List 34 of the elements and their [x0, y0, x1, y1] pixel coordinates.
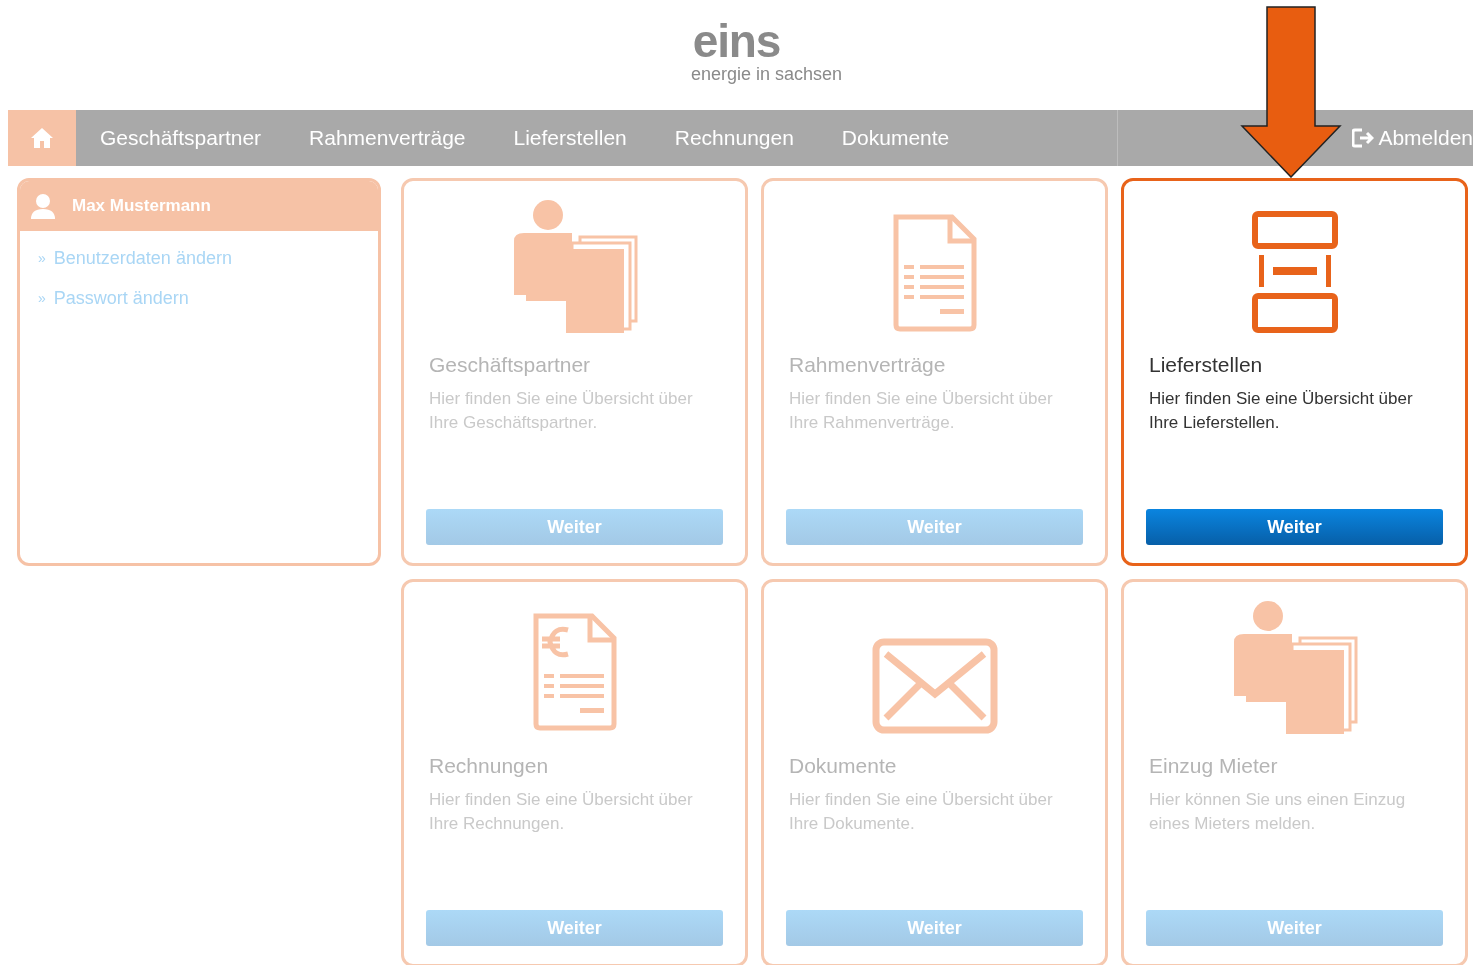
card-title: Geschäftspartner: [429, 352, 592, 378]
continue-button[interactable]: Weiter: [426, 509, 723, 545]
card-title: Rechnungen: [429, 753, 550, 779]
nav-link[interactable]: Geschäftspartner: [100, 122, 262, 154]
nav-link[interactable]: Rechnungen: [674, 122, 794, 154]
continue-button[interactable]: Weiter: [786, 910, 1083, 946]
meter-icon: [1251, 211, 1338, 333]
bullet-marker: »: [38, 289, 46, 308]
nav-link[interactable]: Rahmenverträge: [309, 122, 466, 154]
card-title: Einzug Mieter: [1149, 753, 1279, 779]
envelope-icon: [871, 638, 998, 734]
continue-button[interactable]: Weiter: [786, 509, 1083, 545]
person-with-papers-icon: [1231, 598, 1358, 734]
continue-button[interactable]: Weiter: [1146, 910, 1443, 946]
card-title: Dokumente: [789, 753, 898, 779]
user-link[interactable]: Passwort ändern: [53, 285, 189, 312]
person-with-papers-icon: [511, 197, 638, 333]
continue-button[interactable]: Weiter: [426, 910, 723, 946]
continue-button[interactable]: Weiter: [1146, 509, 1443, 545]
nav-link[interactable]: Dokumente: [841, 122, 950, 154]
card-title: Lieferstellen: [1149, 352, 1264, 378]
bullet-marker: »: [38, 249, 46, 268]
user-link[interactable]: Benutzerdaten ändern: [53, 245, 232, 272]
user-icon: [30, 193, 56, 219]
home-button[interactable]: [8, 110, 76, 166]
card-description: Hier finden Sie eine Übersicht über Ihre Lieferstellen.: [1149, 387, 1414, 434]
logo-tagline: energie in sachsen: [690, 64, 843, 84]
logout-link[interactable]: Abmelden: [1352, 122, 1473, 154]
logo: eins: [692, 18, 781, 64]
card-title: Rahmenverträge: [789, 352, 947, 378]
home-icon: [30, 127, 54, 149]
nav-link[interactable]: Lieferstellen: [513, 122, 627, 154]
logout-icon: [1352, 128, 1375, 148]
user-name: Max Mustermann: [72, 195, 211, 218]
